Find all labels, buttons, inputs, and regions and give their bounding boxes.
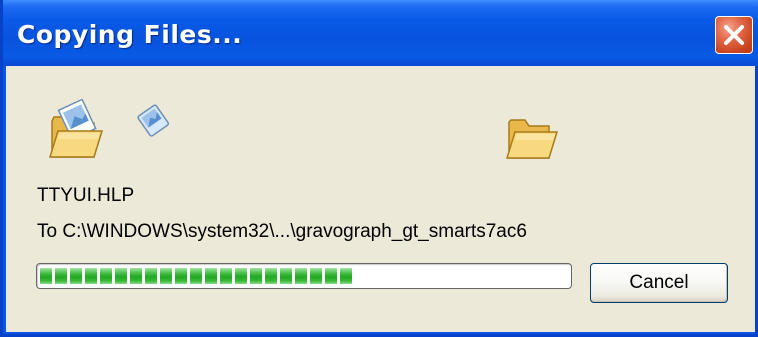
progress-block — [280, 268, 292, 284]
progress-block — [295, 268, 307, 284]
window-title: Copying Files... — [17, 20, 243, 49]
copy-progress-bar — [36, 263, 572, 289]
progress-block — [145, 268, 157, 284]
source-folder-icon — [48, 99, 104, 158]
flying-document-icon — [137, 104, 170, 137]
progress-block — [205, 268, 217, 284]
destination-path: To C:\WINDOWS\system32\...\gravograph_gt… — [37, 221, 527, 242]
current-filename: TTYUI.HLP — [37, 185, 135, 206]
progress-block — [85, 268, 97, 284]
copy-dialog-window: Copying Files... TTYUI.HLP To C:\WINDOWS… — [0, 0, 758, 337]
progress-block — [100, 268, 112, 284]
progress-block — [40, 268, 52, 284]
progress-block — [340, 268, 352, 284]
progress-block — [190, 268, 202, 284]
progress-block — [175, 268, 187, 284]
progress-block — [250, 268, 262, 284]
progress-fill — [40, 268, 352, 284]
progress-block — [325, 268, 337, 284]
progress-block — [265, 268, 277, 284]
cancel-button[interactable]: Cancel — [590, 263, 728, 303]
progress-block — [115, 268, 127, 284]
progress-block — [55, 268, 67, 284]
progress-block — [310, 268, 322, 284]
dialog-body: TTYUI.HLP To C:\WINDOWS\system32\...\gra… — [6, 66, 755, 332]
title-bar[interactable]: Copying Files... — [3, 0, 758, 66]
close-icon — [724, 25, 744, 45]
progress-block — [130, 268, 142, 284]
destination-folder-icon — [505, 119, 559, 159]
progress-block — [160, 268, 172, 284]
progress-block — [70, 268, 82, 284]
progress-block — [235, 268, 247, 284]
close-button[interactable] — [715, 16, 753, 54]
progress-block — [220, 268, 232, 284]
